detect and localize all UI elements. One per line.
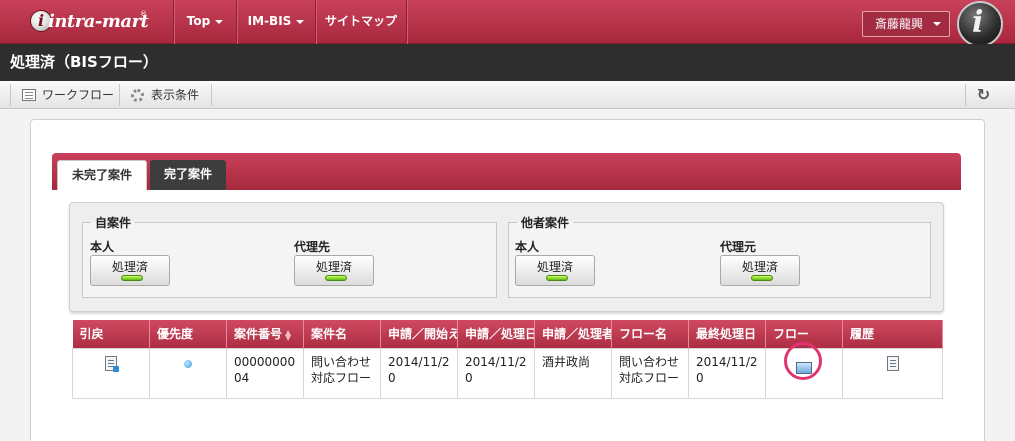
toolbar: ワークフロー 表示条件 [0, 81, 1015, 109]
processor-cell: 酒井政尚 [534, 347, 612, 399]
display-conditions-label: 表示条件 [151, 88, 200, 102]
col-header-case-number-label: 案件番号 [234, 327, 283, 342]
others-self-processed-button[interactable]: 処理済 [515, 255, 595, 286]
own-self-processed-button[interactable]: 処理済 [90, 255, 170, 286]
nav-item-im-bis-label: IM-BIS [247, 14, 292, 28]
priority-cell [149, 347, 227, 399]
status-led-icon [546, 275, 568, 281]
status-led-icon [751, 275, 773, 281]
caret-down-icon [933, 22, 941, 26]
nav-item-sitemap[interactable]: サイトマップ [316, 0, 406, 44]
sort-icon[interactable]: ▲ ▼ [285, 328, 293, 341]
flow-name-cell: 問い合わせ対応フロー [611, 347, 689, 399]
top-navbar: intra-mart ® Top IM-BIS サイトマップ 斎藤龍興 [0, 0, 1015, 47]
others-self-processed-label: 処理済 [536, 260, 573, 274]
case-name-cell: 問い合わせ対応フロー [303, 347, 381, 399]
logo-text: intra-mart [48, 11, 149, 32]
own-self-processed-label: 処理済 [111, 260, 148, 274]
case-number-cell: 0000000004 [226, 347, 304, 399]
col-header-last-processed: 最終処理日 [688, 320, 766, 348]
caret-down-icon [296, 19, 305, 24]
others-cases-legend: 他者案件 [521, 216, 570, 230]
others-proxy-label: 代理元 [720, 240, 757, 254]
col-header-recall: 引戻 [72, 320, 150, 348]
nav-item-top[interactable]: Top [174, 0, 236, 44]
refresh-icon[interactable]: ↻ [966, 82, 1001, 108]
history-cell [842, 347, 943, 399]
recall-cell [72, 347, 150, 399]
tab-completed-cases[interactable]: 完了案件 [150, 160, 226, 190]
user-menu-button[interactable]: 斎藤龍興 [862, 11, 950, 37]
toolbar-divider [119, 84, 120, 106]
gear-icon [131, 89, 144, 102]
toolbar-divider [10, 84, 11, 106]
logo-registered-mark: ® [140, 10, 147, 18]
workflow-label: ワークフロー [42, 88, 115, 102]
own-proxy-processed-label: 処理済 [315, 260, 352, 274]
toolbar-divider [211, 84, 212, 106]
col-header-apply-user: 申請／処理者 [534, 320, 612, 348]
others-proxy-processed-label: 処理済 [741, 260, 778, 274]
own-proxy-label: 代理先 [294, 240, 331, 254]
status-led-icon [325, 275, 347, 281]
last-processed-cell: 2014/11/20 [688, 347, 766, 399]
nav-item-top-label: Top [186, 14, 211, 28]
col-header-apply-start: 申請／開始え [380, 320, 458, 348]
col-header-apply-date: 申請／処理日 [457, 320, 535, 348]
apply-date-cell: 2014/11/20 [457, 347, 535, 399]
col-header-flow-name: フロー名 [611, 320, 689, 348]
own-proxy-processed-button[interactable]: 処理済 [294, 255, 374, 286]
col-header-history: 履歴 [842, 320, 943, 348]
history-icon[interactable] [886, 355, 899, 371]
nav-item-im-bis[interactable]: IM-BIS [237, 0, 315, 44]
recall-icon[interactable] [105, 355, 119, 372]
apply-start-cell: 2014/11/20 [380, 347, 458, 399]
col-header-case-name: 案件名 [303, 320, 381, 348]
caret-down-icon [215, 19, 224, 24]
page-title: 処理済（BISフロー） [0, 44, 1015, 81]
status-led-icon [121, 275, 143, 281]
own-self-label: 本人 [90, 240, 115, 254]
col-header-case-number[interactable]: 案件番号 ▲ ▼ [226, 320, 304, 348]
user-name: 斎藤龍興 [875, 17, 924, 31]
nav-item-sitemap-label: サイトマップ [324, 14, 397, 28]
nav-divider [406, 0, 407, 44]
intra-mart-i-icon[interactable] [957, 1, 1003, 47]
tab-incomplete-cases[interactable]: 未完了案件 [57, 160, 147, 190]
workflow-button[interactable]: ワークフロー [12, 81, 118, 109]
others-self-label: 本人 [515, 240, 540, 254]
flow-highlight-ring [784, 342, 822, 380]
display-conditions-button[interactable]: 表示条件 [121, 81, 211, 109]
own-cases-legend: 自案件 [95, 216, 132, 230]
priority-dot-icon [184, 359, 192, 368]
intra-mart-logo[interactable]: intra-mart ® [30, 8, 150, 36]
others-proxy-processed-button[interactable]: 処理済 [720, 255, 800, 286]
workflow-icon [22, 89, 36, 101]
col-header-priority: 優先度 [149, 320, 227, 348]
